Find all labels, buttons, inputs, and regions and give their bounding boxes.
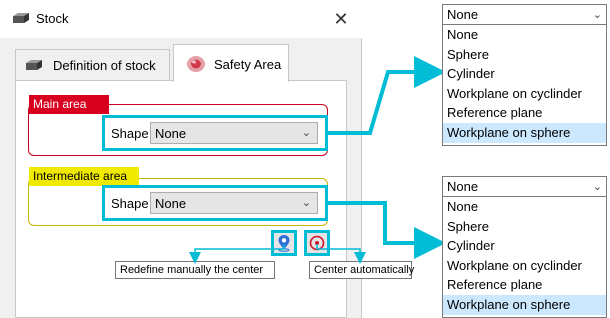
intermediate-area-label: Intermediate area	[29, 167, 139, 186]
dropdown-selected-value: None	[447, 179, 479, 194]
chevron-down-icon: ⌄	[592, 181, 602, 193]
shape-dropdown-bottom: None ⌄ None Sphere Cylinder Workplane on…	[442, 176, 607, 318]
dropdown-option[interactable]: Cylinder	[443, 64, 606, 84]
dropdown-option[interactable]: None	[443, 197, 606, 217]
dropdown-option[interactable]: Cylinder	[443, 236, 606, 256]
main-area-label: Main area	[29, 95, 109, 114]
dropdown-option[interactable]: None	[443, 25, 606, 45]
dropdown-option[interactable]: Sphere	[443, 217, 606, 237]
dropdown-option[interactable]: Sphere	[443, 45, 606, 65]
dropdown-selected[interactable]: None ⌄	[443, 177, 606, 197]
main-area-shape-row: Shape None ⌄	[102, 115, 328, 151]
select-value: None	[155, 196, 187, 211]
center-automatically-button[interactable]	[304, 230, 330, 256]
chevron-down-icon: ⌄	[301, 197, 311, 209]
center-automatically-tooltip: Center automatically	[309, 261, 414, 279]
dropdown-option-highlighted[interactable]: Workplane on sphere	[443, 122, 606, 143]
tab-definition-of-stock[interactable]: Definition of stock	[15, 49, 170, 81]
shape-label: Shape	[111, 126, 149, 141]
redefine-center-button[interactable]	[271, 230, 297, 256]
stock-box-icon	[26, 60, 42, 70]
dropdown-selected-value: None	[447, 7, 479, 22]
redefine-center-tooltip: Redefine manually the center	[115, 261, 275, 279]
dropdown-selected[interactable]: None ⌄	[443, 5, 606, 25]
select-value: None	[155, 126, 187, 141]
dialog-title: Stock	[36, 11, 69, 26]
dropdown-option[interactable]: Reference plane	[443, 275, 606, 295]
close-button[interactable]: ✕	[328, 6, 354, 32]
dropdown-option[interactable]: Workplane on cyclinder	[443, 84, 606, 104]
stock-box-icon	[13, 13, 29, 23]
location-pin-icon	[278, 235, 290, 252]
stock-dialog: Stock ✕ Definition of stock Safety Area …	[0, 0, 362, 318]
intermediate-area-shape-select[interactable]: None ⌄	[150, 192, 318, 214]
shape-label: Shape	[111, 196, 149, 211]
chevron-down-icon: ⌄	[592, 9, 602, 21]
tab-label: Safety Area	[214, 57, 282, 72]
safety-area-icon	[187, 56, 205, 72]
shape-dropdown-top: None ⌄ None Sphere Cylinder Workplane on…	[442, 4, 607, 146]
intermediate-area-shape-row: Shape None ⌄	[102, 185, 328, 221]
main-area-shape-select[interactable]: None ⌄	[150, 122, 318, 144]
tab-safety-area[interactable]: Safety Area	[173, 44, 289, 82]
tab-label: Definition of stock	[53, 58, 156, 73]
dropdown-option[interactable]: Workplane on cyclinder	[443, 256, 606, 276]
dropdown-option-highlighted[interactable]: Workplane on sphere	[443, 294, 606, 315]
dropdown-option[interactable]: Reference plane	[443, 103, 606, 123]
chevron-down-icon: ⌄	[301, 127, 311, 139]
title-bar: Stock ✕	[0, 0, 362, 38]
target-center-icon	[309, 235, 325, 251]
